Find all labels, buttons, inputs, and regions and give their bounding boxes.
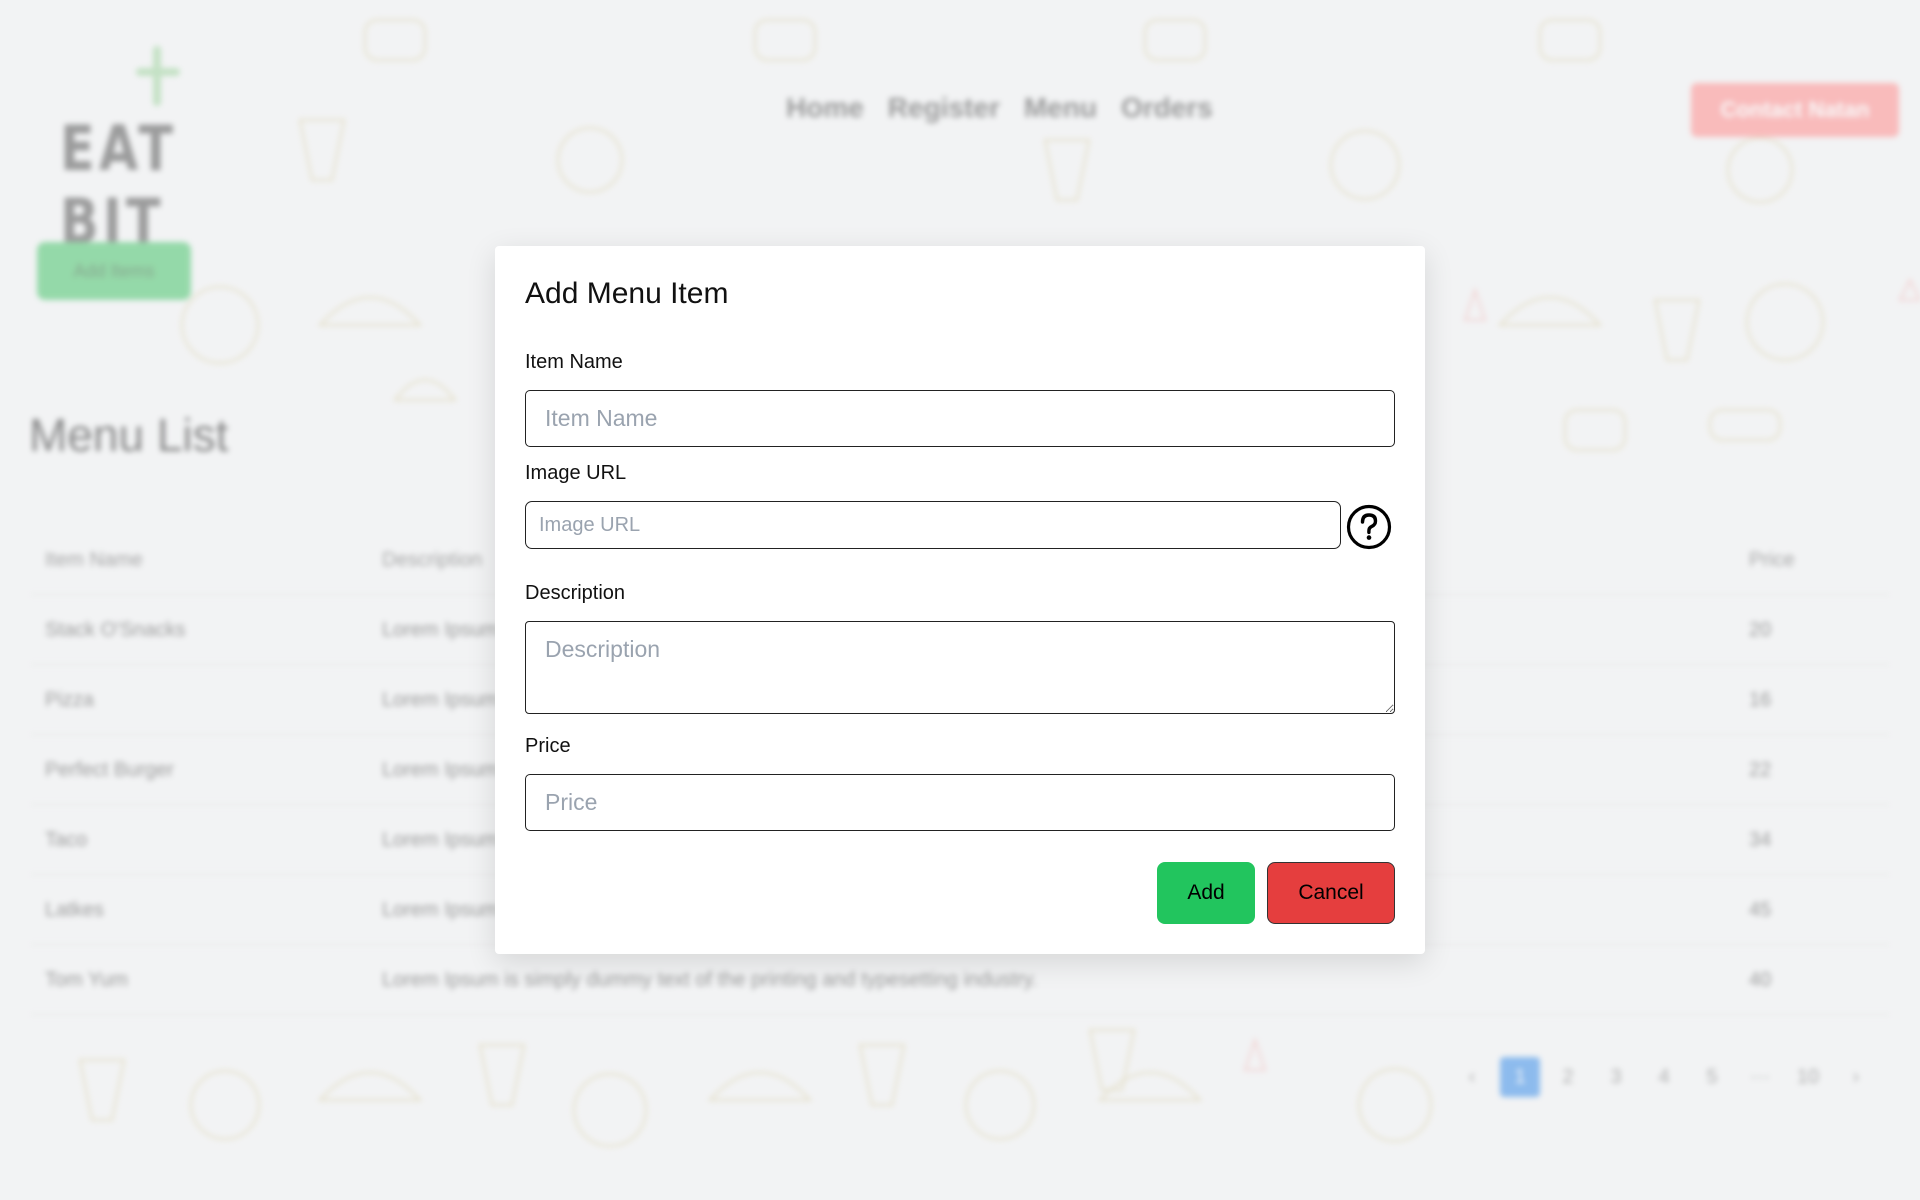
cell-price: 40 <box>1749 969 1772 991</box>
contact-button[interactable]: Contact Natan <box>1691 83 1899 137</box>
question-circle-icon[interactable] <box>1346 504 1392 550</box>
eat-bit-logo[interactable]: EAT BIT <box>58 46 268 258</box>
cell-description: Lorem Ipsum <box>382 759 499 781</box>
cell-price: 20 <box>1749 619 1772 641</box>
pagination-page[interactable]: 4 <box>1644 1057 1684 1097</box>
page-title: Menu List <box>29 409 229 461</box>
modal-title: Add Menu Item <box>525 277 729 310</box>
pagination-page[interactable]: 3 <box>1596 1057 1636 1097</box>
price-input[interactable] <box>525 774 1395 831</box>
pagination-page[interactable]: 2 <box>1548 1057 1588 1097</box>
header-item-name: Item Name <box>45 549 143 571</box>
description-label: Description <box>525 582 626 604</box>
pagination-prev[interactable]: ‹ <box>1452 1057 1492 1097</box>
cell-price: 16 <box>1749 689 1772 711</box>
pagination-page[interactable]: 1 <box>1500 1057 1540 1097</box>
table-row[interactable]: Tom Yum Lorem Ipsum is simply dummy text… <box>30 945 1890 1015</box>
cell-price: 45 <box>1749 899 1772 921</box>
add-items-button[interactable]: Add Items <box>37 242 191 300</box>
add-button[interactable]: Add <box>1157 862 1255 924</box>
cell-description: Lorem Ipsum <box>382 899 499 921</box>
logo-text: EAT BIT <box>60 112 178 258</box>
item-name-label: Item Name <box>525 351 623 373</box>
pagination-page[interactable]: 10 <box>1788 1057 1828 1097</box>
pagination-next[interactable]: › <box>1836 1057 1876 1097</box>
cell-description: Lorem Ipsum <box>382 619 499 641</box>
cell-description: Lorem Ipsum <box>382 829 499 851</box>
pagination-page[interactable]: 5 <box>1692 1057 1732 1097</box>
add-menu-item-modal: Add Menu Item Item Name Image URL Descri… <box>495 246 1425 954</box>
cell-name: Stack O'Snacks <box>45 619 186 641</box>
cell-price: 22 <box>1749 759 1772 781</box>
image-url-input[interactable] <box>525 501 1341 549</box>
cell-name: Tom Yum <box>45 969 128 991</box>
nav-home[interactable]: Home <box>786 92 864 124</box>
cell-name: Perfect Burger <box>45 759 174 781</box>
cell-description: Lorem Ipsum <box>382 689 499 711</box>
cell-name: Taco <box>45 829 88 851</box>
item-name-input[interactable] <box>525 390 1395 447</box>
header-description: Description <box>382 549 483 571</box>
nav-menu[interactable]: Menu <box>1024 92 1097 124</box>
image-url-label: Image URL <box>525 462 627 484</box>
nav-register[interactable]: Register <box>888 92 1000 124</box>
cell-name: Latkes <box>45 899 104 921</box>
cancel-button[interactable]: Cancel <box>1267 862 1395 924</box>
nav-orders[interactable]: Orders <box>1121 92 1213 124</box>
cell-description: Lorem Ipsum is simply dummy text of the … <box>382 969 1038 991</box>
description-textarea[interactable] <box>525 621 1395 714</box>
pagination: ‹ 1 2 3 4 5 ··· 10 › <box>1452 1057 1876 1097</box>
main-nav: Home Register Menu Orders <box>786 92 1213 124</box>
header-price: Price <box>1749 549 1795 571</box>
cell-name: Pizza <box>45 689 94 711</box>
price-label: Price <box>525 735 571 757</box>
pagination-ellipsis: ··· <box>1750 1065 1770 1088</box>
cell-price: 34 <box>1749 829 1772 851</box>
